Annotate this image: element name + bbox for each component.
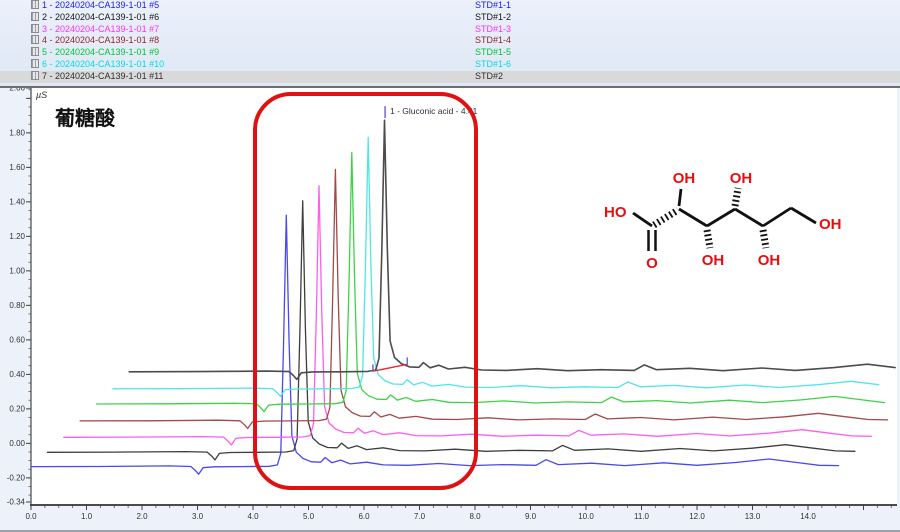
legend-row-4[interactable]: 4 - 20240204-CA139-1-01 #8 STD#1-4 [0, 35, 900, 47]
y-axis-unit-label: µS [36, 90, 47, 100]
x-tick-label: 9.0 [525, 512, 537, 521]
std-label: STD#1-4 [475, 35, 511, 47]
legend-row-7[interactable]: 7 - 20240204-CA139-1-01 #11 STD#2 [0, 71, 900, 83]
injection-label: 5 - 20240204-CA139-1-01 #9 [42, 47, 159, 57]
x-tick-label: 3.0 [192, 512, 204, 521]
injection-label: 4 - 20240204-CA139-1-01 #8 [42, 35, 159, 45]
y-tick-label: 0.60 [9, 335, 25, 344]
x-tick-label: 0.0 [25, 512, 37, 521]
injection-icon [31, 47, 39, 56]
x-tick-label: 6.0 [358, 512, 370, 521]
injection-icon [31, 71, 39, 80]
legend-row-6[interactable]: 6 - 20240204-CA139-1-01 #10 STD#1-6 [0, 59, 900, 71]
y-tick-label: 1.60 [9, 163, 25, 172]
plot-title: 葡糖酸 [55, 102, 115, 131]
std-label: STD#1-3 [475, 24, 511, 36]
std-label: STD#1-5 [475, 47, 511, 59]
x-tick-label: 5.0 [303, 512, 315, 521]
y-tick-label: 1.80 [9, 128, 25, 137]
std-label: STD#2 [475, 71, 503, 83]
injection-legend-panel: 1 - 20240204-CA139-1-01 #5 STD#1-1 2 - 2… [0, 0, 900, 88]
legend-row-3[interactable]: 3 - 20240204-CA139-1-01 #7 STD#1-3 [0, 24, 900, 36]
chromatography-window: { "legend": { "rows": [ {"injection":"1 … [0, 0, 900, 532]
injection-icon [31, 35, 39, 44]
x-tick-label: 2.0 [136, 512, 148, 521]
legend-row-5[interactable]: 5 - 20240204-CA139-1-01 #9 STD#1-5 [0, 47, 900, 59]
std-label: STD#1-2 [475, 12, 511, 24]
y-tick-label: 0.20 [9, 404, 25, 413]
y-tick-label: 0.80 [9, 301, 25, 310]
y-tick-label: 1.40 [9, 197, 25, 206]
injection-icon [31, 24, 39, 33]
x-tick-label: 4.0 [247, 512, 259, 521]
x-tick-label: 1.0 [81, 512, 93, 521]
x-tick-label: 11.0 [634, 512, 650, 521]
injection-label: 3 - 20240204-CA139-1-01 #7 [42, 24, 159, 34]
injection-icon [31, 0, 39, 9]
x-tick-label: 12.0 [689, 512, 705, 521]
legend-row-1[interactable]: 1 - 20240204-CA139-1-01 #5 STD#1-1 [0, 0, 900, 12]
std-label: STD#1-1 [475, 0, 511, 12]
x-tick-label: 13.0 [745, 512, 761, 521]
injection-label: 7 - 20240204-CA139-1-01 #11 [42, 71, 163, 81]
injection-label: 1 - 20240204-CA139-1-01 #5 [42, 0, 159, 10]
y-tick-label: -0.20 [7, 473, 26, 482]
y-tick-label: 0.40 [9, 370, 25, 379]
peak-annotation-label: 1 - Gluconic acid - 4.41 [390, 106, 477, 116]
x-tick-label: 14.0 [800, 512, 816, 521]
x-tick-label: 7.0 [414, 512, 426, 521]
injection-icon [31, 12, 39, 21]
std-label: STD#1-6 [475, 59, 511, 71]
injection-label: 6 - 20240204-CA139-1-01 #10 [42, 59, 164, 69]
y-tick-label: -0.34 [7, 498, 26, 507]
y-tick-label: 1.00 [9, 266, 25, 275]
legend-row-2[interactable]: 2 - 20240204-CA139-1-01 #6 STD#1-2 [0, 12, 900, 24]
plot-area [31, 88, 897, 505]
y-tick-label: 1.20 [9, 232, 25, 241]
x-tick-label: 8.0 [469, 512, 481, 521]
y-tick-label: 0.00 [9, 439, 25, 448]
injection-label: 2 - 20240204-CA139-1-01 #6 [42, 12, 159, 22]
x-tick-label: 10.0 [578, 512, 594, 521]
injection-icon [31, 59, 39, 68]
